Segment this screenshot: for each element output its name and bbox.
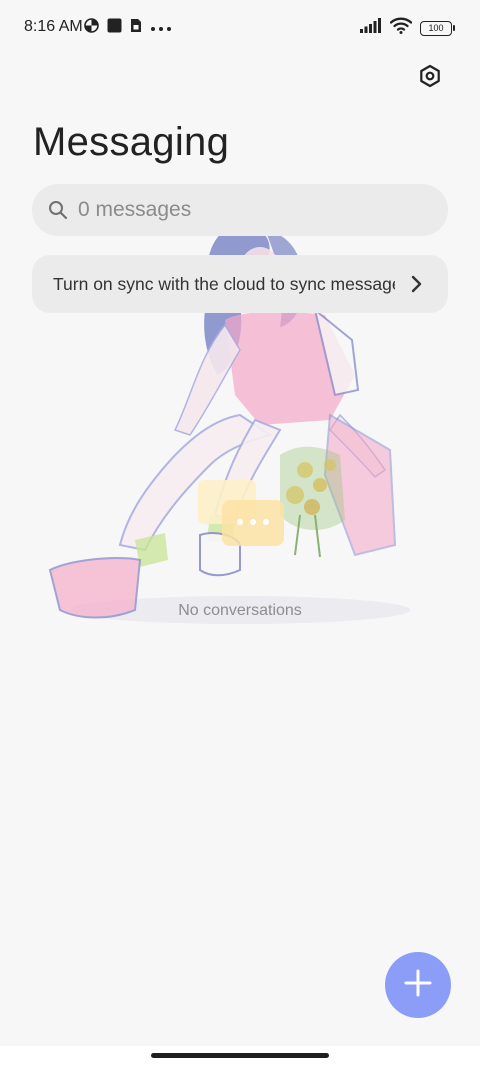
status-right-icons: 100 xyxy=(360,17,455,39)
new-conversation-button[interactable] xyxy=(385,952,451,1018)
chevron-right-icon xyxy=(406,274,426,294)
search-input[interactable]: 0 messages xyxy=(78,198,191,222)
home-indicator[interactable] xyxy=(151,1053,329,1058)
plus-icon xyxy=(404,969,432,1002)
more-dots-icon xyxy=(150,19,172,37)
status-left-icons xyxy=(84,18,172,38)
sync-banner-text: Turn on sync with the cloud to sync mess… xyxy=(53,273,395,294)
settings-icon xyxy=(418,64,442,93)
settings-button[interactable] xyxy=(414,62,446,94)
signal-icon xyxy=(360,18,382,38)
data-saver-icon xyxy=(84,18,99,38)
sync-banner[interactable]: Turn on sync with the cloud to sync mess… xyxy=(32,255,448,313)
battery-icon: 100 xyxy=(420,20,455,36)
page-title: Messaging xyxy=(33,120,230,164)
status-bar: 8:16 AM 100 xyxy=(0,0,480,56)
wifi-icon xyxy=(389,17,413,39)
sim-card-icon xyxy=(130,18,142,38)
empty-state-text: No conversations xyxy=(178,602,302,619)
notification-square-icon xyxy=(107,18,122,38)
status-time: 8:16 AM xyxy=(24,18,83,35)
search-icon xyxy=(48,200,68,220)
search-bar[interactable]: 0 messages xyxy=(32,184,448,236)
